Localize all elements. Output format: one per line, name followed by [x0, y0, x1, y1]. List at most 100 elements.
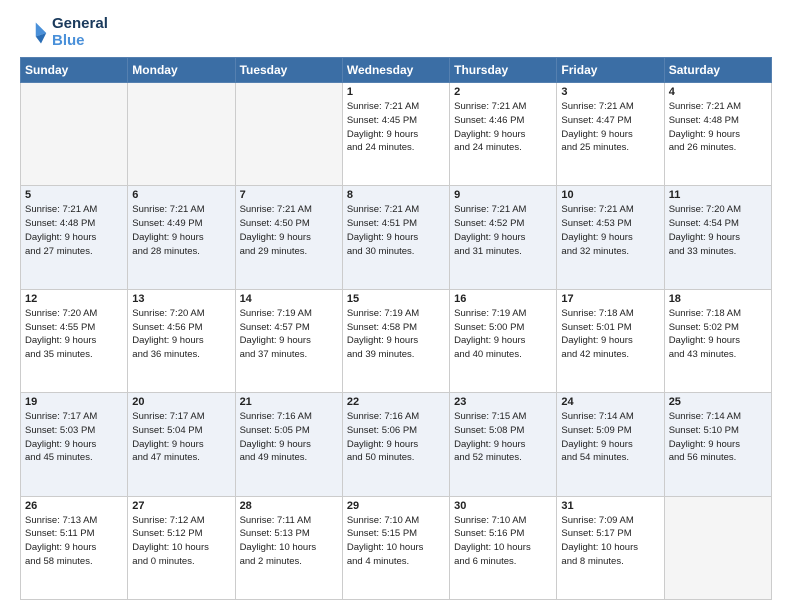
calendar-cell: 10 Sunrise: 7:21 AM Sunset: 4:53 PM Dayli… — [557, 186, 664, 289]
calendar-cell: 3 Sunrise: 7:21 AM Sunset: 4:47 PM Daylig… — [557, 83, 664, 186]
day-number: 9 — [454, 189, 552, 201]
day-info: Sunrise: 7:14 AM Sunset: 5:10 PM Dayligh… — [669, 410, 767, 465]
day-number: 26 — [25, 500, 123, 512]
day-number: 4 — [669, 86, 767, 98]
calendar-cell: 17 Sunrise: 7:18 AM Sunset: 5:01 PM Dayli… — [557, 289, 664, 392]
day-info: Sunrise: 7:21 AM Sunset: 4:45 PM Dayligh… — [347, 100, 445, 155]
day-info: Sunrise: 7:21 AM Sunset: 4:46 PM Dayligh… — [454, 100, 552, 155]
calendar-cell — [21, 83, 128, 186]
day-number: 28 — [240, 500, 338, 512]
day-info: Sunrise: 7:10 AM Sunset: 5:16 PM Dayligh… — [454, 514, 552, 569]
calendar-cell: 28 Sunrise: 7:11 AM Sunset: 5:13 PM Dayli… — [235, 496, 342, 599]
day-number: 25 — [669, 396, 767, 408]
calendar-header-thursday: Thursday — [450, 58, 557, 83]
calendar-header-friday: Friday — [557, 58, 664, 83]
calendar-cell: 7 Sunrise: 7:21 AM Sunset: 4:50 PM Daylig… — [235, 186, 342, 289]
logo-icon — [20, 19, 48, 47]
calendar-cell: 20Sunrise: 7:17 AM Sunset: 5:04 PM Dayli… — [128, 393, 235, 496]
calendar-week-row: 12 Sunrise: 7:20 AM Sunset: 4:55 PM Dayli… — [21, 289, 772, 392]
day-number: 1 — [347, 86, 445, 98]
logo: General Blue — [20, 16, 108, 49]
day-number: 19 — [25, 396, 123, 408]
calendar-cell: 24 Sunrise: 7:14 AM Sunset: 5:09 PM Dayli… — [557, 393, 664, 496]
day-info: Sunrise: 7:12 AM Sunset: 5:12 PM Dayligh… — [132, 514, 230, 569]
calendar-table: SundayMondayTuesdayWednesdayThursdayFrid… — [20, 57, 772, 600]
day-info: Sunrise: 7:11 AM Sunset: 5:13 PM Dayligh… — [240, 514, 338, 569]
calendar-cell: 8 Sunrise: 7:21 AM Sunset: 4:51 PM Daylig… — [342, 186, 449, 289]
day-info: Sunrise: 7:14 AM Sunset: 5:09 PM Dayligh… — [561, 410, 659, 465]
calendar-cell: 15 Sunrise: 7:19 AM Sunset: 4:58 PM Dayli… — [342, 289, 449, 392]
calendar-cell — [128, 83, 235, 186]
day-info: Sunrise: 7:19 AM Sunset: 4:58 PM Dayligh… — [347, 307, 445, 362]
day-number: 2 — [454, 86, 552, 98]
calendar-cell: 21 Sunrise: 7:16 AM Sunset: 5:05 PM Dayli… — [235, 393, 342, 496]
day-number: 15 — [347, 293, 445, 305]
calendar-cell: 30 Sunrise: 7:10 AM Sunset: 5:16 PM Dayli… — [450, 496, 557, 599]
day-number: 14 — [240, 293, 338, 305]
day-number: 7 — [240, 189, 338, 201]
day-number: 29 — [347, 500, 445, 512]
calendar-week-row: 26 Sunrise: 7:13 AM Sunset: 5:11 PM Dayli… — [21, 496, 772, 599]
day-info: Sunrise: 7:13 AM Sunset: 5:11 PM Dayligh… — [25, 514, 123, 569]
calendar-cell: 13 Sunrise: 7:20 AM Sunset: 4:56 PM Dayli… — [128, 289, 235, 392]
calendar-week-row: 19 Sunrise: 7:17 AM Sunset: 5:03 PM Dayli… — [21, 393, 772, 496]
day-info: Sunrise: 7:21 AM Sunset: 4:53 PM Dayligh… — [561, 203, 659, 258]
day-number: 13 — [132, 293, 230, 305]
calendar-header-wednesday: Wednesday — [342, 58, 449, 83]
calendar-cell: 16 Sunrise: 7:19 AM Sunset: 5:00 PM Dayli… — [450, 289, 557, 392]
calendar-header-tuesday: Tuesday — [235, 58, 342, 83]
calendar-cell: 11 Sunrise: 7:20 AM Sunset: 4:54 PM Dayli… — [664, 186, 771, 289]
day-number: 11 — [669, 189, 767, 201]
calendar-cell: 26 Sunrise: 7:13 AM Sunset: 5:11 PM Dayli… — [21, 496, 128, 599]
calendar-header-sunday: Sunday — [21, 58, 128, 83]
day-info: Sunrise: 7:21 AM Sunset: 4:48 PM Dayligh… — [669, 100, 767, 155]
calendar-cell: 18 Sunrise: 7:18 AM Sunset: 5:02 PM Dayli… — [664, 289, 771, 392]
day-number: 30 — [454, 500, 552, 512]
day-number: 12 — [25, 293, 123, 305]
day-number: 10 — [561, 189, 659, 201]
calendar-cell: 6Sunrise: 7:21 AM Sunset: 4:49 PM Daylig… — [128, 186, 235, 289]
day-info: Sunrise: 7:18 AM Sunset: 5:02 PM Dayligh… — [669, 307, 767, 362]
calendar-cell: 31 Sunrise: 7:09 AM Sunset: 5:17 PM Dayli… — [557, 496, 664, 599]
day-info: Sunrise: 7:16 AM Sunset: 5:06 PM Dayligh… — [347, 410, 445, 465]
calendar-cell: 27Sunrise: 7:12 AM Sunset: 5:12 PM Dayli… — [128, 496, 235, 599]
calendar-header-saturday: Saturday — [664, 58, 771, 83]
day-info: Sunrise: 7:20 AM Sunset: 4:55 PM Dayligh… — [25, 307, 123, 362]
calendar-cell: 29 Sunrise: 7:10 AM Sunset: 5:15 PM Dayli… — [342, 496, 449, 599]
day-number: 24 — [561, 396, 659, 408]
day-number: 8 — [347, 189, 445, 201]
page: General Blue SundayMondayTuesdayWednesda… — [0, 0, 792, 612]
calendar-cell: 2 Sunrise: 7:21 AM Sunset: 4:46 PM Daylig… — [450, 83, 557, 186]
calendar-cell: 25 Sunrise: 7:14 AM Sunset: 5:10 PM Dayli… — [664, 393, 771, 496]
day-number: 23 — [454, 396, 552, 408]
day-info: Sunrise: 7:18 AM Sunset: 5:01 PM Dayligh… — [561, 307, 659, 362]
calendar-cell: 4 Sunrise: 7:21 AM Sunset: 4:48 PM Daylig… — [664, 83, 771, 186]
calendar-cell — [235, 83, 342, 186]
day-number: 3 — [561, 86, 659, 98]
day-info: Sunrise: 7:21 AM Sunset: 4:52 PM Dayligh… — [454, 203, 552, 258]
day-number: 21 — [240, 396, 338, 408]
day-info: Sunrise: 7:17 AM Sunset: 5:03 PM Dayligh… — [25, 410, 123, 465]
calendar-cell: 12 Sunrise: 7:20 AM Sunset: 4:55 PM Dayli… — [21, 289, 128, 392]
day-info: Sunrise: 7:20 AM Sunset: 4:54 PM Dayligh… — [669, 203, 767, 258]
day-info: Sunrise: 7:20 AM Sunset: 4:56 PM Dayligh… — [132, 307, 230, 362]
calendar-cell: 19 Sunrise: 7:17 AM Sunset: 5:03 PM Dayli… — [21, 393, 128, 496]
logo-text: General Blue — [52, 16, 108, 49]
calendar-cell: 23Sunrise: 7:15 AM Sunset: 5:08 PM Dayli… — [450, 393, 557, 496]
calendar-cell: 9 Sunrise: 7:21 AM Sunset: 4:52 PM Daylig… — [450, 186, 557, 289]
day-info: Sunrise: 7:21 AM Sunset: 4:47 PM Dayligh… — [561, 100, 659, 155]
day-info: Sunrise: 7:10 AM Sunset: 5:15 PM Dayligh… — [347, 514, 445, 569]
day-info: Sunrise: 7:21 AM Sunset: 4:50 PM Dayligh… — [240, 203, 338, 258]
day-info: Sunrise: 7:16 AM Sunset: 5:05 PM Dayligh… — [240, 410, 338, 465]
day-info: Sunrise: 7:17 AM Sunset: 5:04 PM Dayligh… — [132, 410, 230, 465]
calendar-cell — [664, 496, 771, 599]
day-number: 31 — [561, 500, 659, 512]
day-info: Sunrise: 7:21 AM Sunset: 4:51 PM Dayligh… — [347, 203, 445, 258]
day-info: Sunrise: 7:09 AM Sunset: 5:17 PM Dayligh… — [561, 514, 659, 569]
day-info: Sunrise: 7:19 AM Sunset: 5:00 PM Dayligh… — [454, 307, 552, 362]
header: General Blue — [20, 16, 772, 49]
day-number: 16 — [454, 293, 552, 305]
day-number: 6 — [132, 189, 230, 201]
day-number: 17 — [561, 293, 659, 305]
day-number: 18 — [669, 293, 767, 305]
